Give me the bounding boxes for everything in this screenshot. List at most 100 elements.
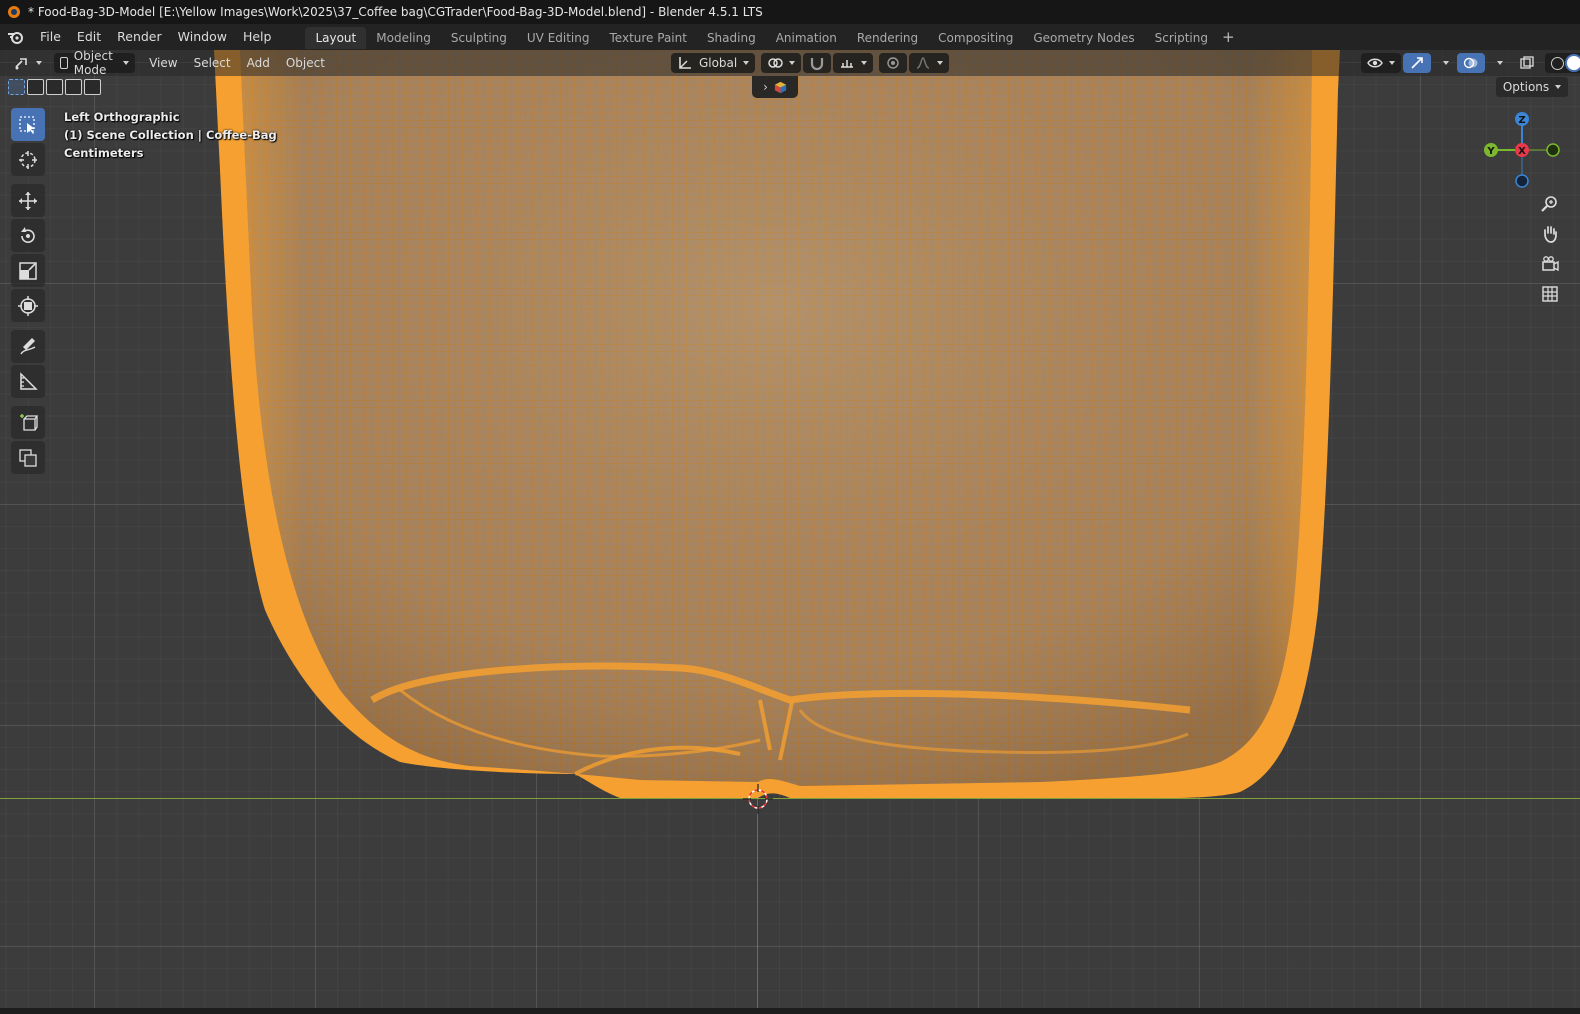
window-title: * Food-Bag-3D-Model [E:\Yellow Images\Wo… <box>28 5 763 19</box>
blender-logo-icon <box>8 6 20 18</box>
overlays-toggle[interactable] <box>1457 53 1486 73</box>
viewport-info-overlay: Left Orthographic (1) Scene Collection |… <box>64 108 277 162</box>
scale-tool[interactable] <box>11 254 45 287</box>
tab-compositing[interactable]: Compositing <box>928 27 1023 49</box>
view-menu[interactable]: View <box>143 53 183 73</box>
select-invert-icon[interactable] <box>65 79 82 95</box>
z-axis-label: Z <box>1518 115 1525 126</box>
overlays-dropdown[interactable] <box>1485 53 1509 73</box>
title-bar: * Food-Bag-3D-Model [E:\Yellow Images\Wo… <box>0 0 1580 24</box>
object-mode-label: Object Mode <box>73 49 113 77</box>
pivot-icon <box>768 58 783 68</box>
tab-layout[interactable]: Layout <box>305 27 367 49</box>
cube-color-icon <box>774 81 786 93</box>
rotate-icon <box>21 226 35 243</box>
overlays-icon <box>1464 57 1478 69</box>
pencil-icon <box>20 337 36 354</box>
falloff-curve-icon <box>917 57 930 69</box>
snap-target-dropdown[interactable] <box>833 53 874 73</box>
main-menu: File Edit Render Window Help <box>32 24 279 50</box>
blender-menu-icon[interactable] <box>0 30 32 44</box>
select-menu[interactable]: Select <box>188 53 237 73</box>
options-label: Options <box>1502 80 1550 94</box>
cursor-tool[interactable] <box>11 143 45 176</box>
3d-cursor-icon[interactable] <box>743 784 773 814</box>
add-workspace-button[interactable]: + <box>1222 28 1235 46</box>
tab-modeling[interactable]: Modeling <box>366 27 441 49</box>
chevron-right-icon: › <box>763 80 768 94</box>
tab-texture-paint[interactable]: Texture Paint <box>600 27 697 49</box>
negative-y-axis-handle[interactable] <box>1546 143 1560 157</box>
proportional-falloff-dropdown[interactable] <box>909 53 950 73</box>
select-intersect-icon[interactable] <box>84 79 101 95</box>
tab-rendering[interactable]: Rendering <box>847 27 928 49</box>
select-box-tool[interactable] <box>11 108 45 141</box>
editor-type-icon <box>15 58 27 70</box>
transform-icon <box>18 295 38 316</box>
menu-edit[interactable]: Edit <box>69 24 109 50</box>
object-mode-dropdown[interactable]: Object Mode <box>54 49 136 77</box>
scale-icon <box>19 261 37 280</box>
editor-type-button[interactable] <box>8 53 48 73</box>
orientation-label: Global <box>698 56 738 70</box>
xray-toggle[interactable] <box>1513 53 1541 73</box>
zoom-button[interactable] <box>1536 190 1564 218</box>
transform-tool[interactable] <box>11 289 45 322</box>
select-new-icon[interactable] <box>8 79 25 95</box>
transform-orientation-dropdown[interactable]: Global <box>670 53 756 73</box>
menu-render[interactable]: Render <box>109 24 170 50</box>
x-axis-label: X <box>1518 146 1526 157</box>
move-tool[interactable] <box>11 184 45 217</box>
tab-uv-editing[interactable]: UV Editing <box>517 27 600 49</box>
tab-geometry-nodes[interactable]: Geometry Nodes <box>1023 27 1144 49</box>
duplicate-cube-icon <box>19 448 37 467</box>
view-name-text: Left Orthographic <box>64 110 180 124</box>
snap-toggle[interactable] <box>803 53 832 73</box>
navigation-gizmo[interactable]: Z Y X <box>1478 106 1568 196</box>
perspective-toggle-button[interactable] <box>1536 280 1564 308</box>
status-bar <box>0 1008 1580 1014</box>
add-cube-icon <box>20 413 38 431</box>
tab-sculpting[interactable]: Sculpting <box>441 27 517 49</box>
wireframe-shading-icon[interactable] <box>1551 56 1565 70</box>
negative-z-axis-handle[interactable] <box>1515 174 1529 188</box>
tab-animation[interactable]: Animation <box>766 27 847 49</box>
select-subtract-icon[interactable] <box>46 79 63 95</box>
tab-scripting[interactable]: Scripting <box>1145 27 1218 49</box>
magnet-icon <box>811 58 824 71</box>
add-cube-tool[interactable] <box>11 406 45 439</box>
menu-window[interactable]: Window <box>170 24 235 50</box>
menu-file[interactable]: File <box>32 24 69 50</box>
object-duplicate-tool[interactable] <box>11 441 45 474</box>
select-box-icon <box>19 115 35 134</box>
object-mode-icon <box>60 57 68 69</box>
grid-icon <box>1542 286 1558 302</box>
pivot-point-dropdown[interactable] <box>761 53 802 73</box>
solid-shading-icon[interactable] <box>1567 56 1580 70</box>
magnifier-icon <box>1541 196 1557 212</box>
cursor-icon <box>19 150 37 169</box>
selection-mode-group <box>8 79 101 95</box>
proportional-edit-icon <box>887 57 899 69</box>
hand-icon <box>1544 226 1557 243</box>
select-extend-icon[interactable] <box>27 79 44 95</box>
top-bar: File Edit Render Window Help Layout Mode… <box>0 24 1580 50</box>
tab-shading[interactable]: Shading <box>697 27 766 49</box>
annotate-tool[interactable] <box>11 330 45 363</box>
3d-viewport[interactable] <box>0 50 1580 1008</box>
floor-axis-line <box>0 798 1580 799</box>
gizmo-toggle[interactable] <box>1403 53 1432 73</box>
menu-help[interactable]: Help <box>235 24 280 50</box>
pan-button[interactable] <box>1536 220 1564 248</box>
gizmo-dropdown[interactable] <box>1431 53 1455 73</box>
object-menu[interactable]: Object <box>280 53 331 73</box>
coffee-bag-mesh[interactable] <box>0 50 1580 1008</box>
visibility-dropdown[interactable] <box>1361 53 1402 73</box>
options-dropdown[interactable]: Options <box>1496 77 1568 97</box>
measure-tool[interactable] <box>11 365 45 398</box>
add-menu[interactable]: Add <box>241 53 276 73</box>
collapsed-panel-toggle[interactable]: › <box>752 76 798 98</box>
camera-view-button[interactable] <box>1536 250 1564 278</box>
proportional-edit-toggle[interactable] <box>879 53 908 73</box>
rotate-tool[interactable] <box>11 219 45 252</box>
